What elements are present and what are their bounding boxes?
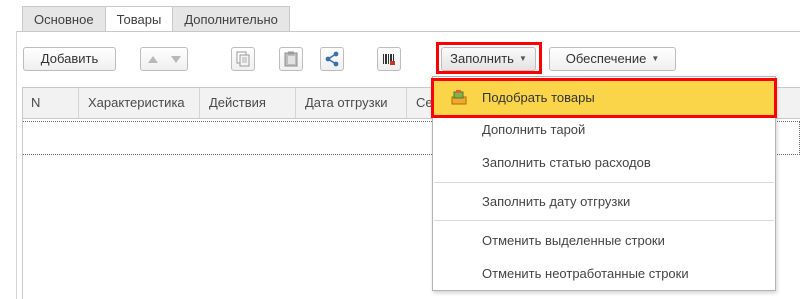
provision-button-label: Обеспечение	[565, 51, 647, 66]
chevron-down-icon: ▼	[651, 54, 660, 63]
form: Основное Товары Дополнительно Добавить З…	[0, 0, 800, 299]
share-icon	[325, 51, 339, 67]
copy-icon	[236, 51, 250, 67]
arrow-up-icon	[147, 55, 158, 63]
frame-border	[16, 31, 17, 299]
table-border	[22, 87, 23, 299]
menu-separator	[434, 220, 774, 221]
tab-main[interactable]: Основное	[22, 6, 105, 32]
share-button[interactable]	[320, 47, 344, 71]
provision-button[interactable]: Обеспечение ▼	[549, 47, 676, 71]
menu-item-cancel-selected[interactable]: Отменить выделенные строки	[433, 222, 775, 259]
move-up-button[interactable]	[147, 55, 158, 63]
arrow-down-icon	[170, 55, 181, 63]
barcode-button[interactable]	[377, 47, 401, 71]
move-down-button[interactable]	[170, 55, 181, 63]
menu-item-fill-expense[interactable]: Заполнить статью расходов	[433, 144, 775, 181]
menu-item-add-tare[interactable]: Дополнить тарой	[433, 111, 775, 148]
column-header-n[interactable]: N	[22, 88, 69, 118]
menu-item-cancel-unprocessed[interactable]: Отменить неотработанные строки	[433, 255, 775, 292]
tab-goods[interactable]: Товары	[104, 6, 173, 32]
copy-button[interactable]	[231, 47, 255, 71]
menu-item-fill-ship-date[interactable]: Заполнить дату отгрузки	[433, 183, 775, 220]
tab-divider	[16, 31, 800, 32]
barcode-icon	[383, 54, 395, 65]
clipboard-icon	[284, 51, 298, 67]
tab-bar: Основное Товары Дополнительно	[22, 6, 290, 32]
paste-button[interactable]	[279, 47, 303, 71]
tab-additional[interactable]: Дополнительно	[172, 6, 290, 32]
fill-menu: Подобрать товары Дополнить тарой Заполни…	[431, 76, 777, 292]
column-header-ship-date[interactable]: Дата отгрузки	[295, 88, 406, 118]
fill-button-highlight	[436, 42, 542, 74]
column-header-actions[interactable]: Действия	[199, 88, 294, 118]
move-buttons-group	[140, 47, 188, 71]
add-button[interactable]: Добавить	[23, 47, 116, 71]
